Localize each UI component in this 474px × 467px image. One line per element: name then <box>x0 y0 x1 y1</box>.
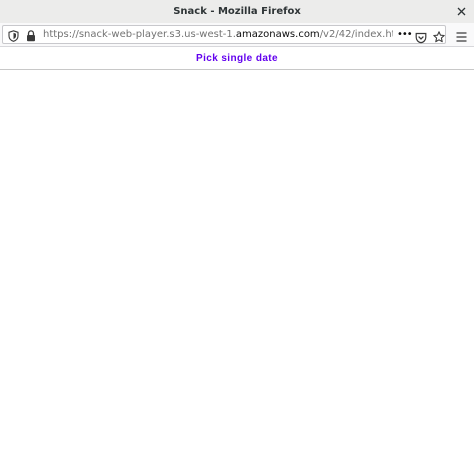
pick-single-date-button[interactable]: Pick single date <box>190 51 284 66</box>
page-actions-icon[interactable]: ••• <box>397 26 413 43</box>
url-prefix: https://snack-web-player.s3.us-west-1. <box>43 29 236 40</box>
url-domain: amazonaws.com <box>235 29 320 40</box>
app-header: Pick single date <box>0 47 474 70</box>
pocket-icon[interactable] <box>415 29 427 44</box>
page-content: Pick single date <box>0 47 474 467</box>
url-text[interactable]: https://snack-web-player.s3.us-west-1.am… <box>43 26 393 43</box>
hamburger-menu-icon[interactable] <box>456 28 467 42</box>
url-suffix: /v2/42/index.html?initialU <box>319 29 393 40</box>
star-icon[interactable] <box>433 28 445 43</box>
lock-icon[interactable] <box>26 29 36 42</box>
url-bar[interactable]: https://snack-web-player.s3.us-west-1.am… <box>2 25 446 44</box>
navigation-toolbar: https://snack-web-player.s3.us-west-1.am… <box>0 23 474 47</box>
close-icon <box>457 7 466 16</box>
close-button[interactable] <box>453 3 470 20</box>
window-title: Snack - Mozilla Firefox <box>173 6 301 17</box>
window-titlebar: Snack - Mozilla Firefox <box>0 0 474 23</box>
shield-icon[interactable] <box>8 29 19 42</box>
browser-window: Snack - Mozilla Firefox https://snack-we… <box>0 0 474 467</box>
